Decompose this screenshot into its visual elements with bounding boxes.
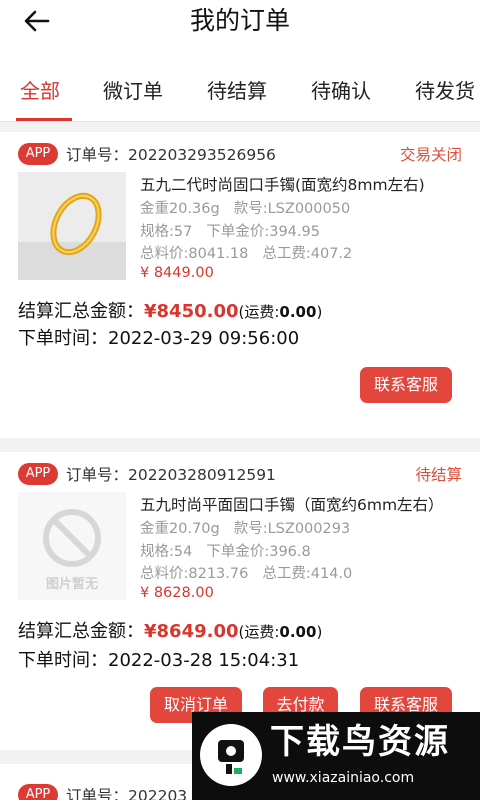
product-weight: 金重20.70g xyxy=(140,521,220,537)
product-image[interactable]: 图片暂无 xyxy=(18,492,126,600)
order-card[interactable]: APP 订单号：202203280912591 待结算 图片暂无 五九时尚平面固… xyxy=(0,452,480,750)
product-spec: 规格:57 xyxy=(140,224,193,240)
contact-service-button[interactable]: 联系客服 xyxy=(360,367,452,403)
product-unit-price: 下单金价:394.95 xyxy=(206,224,320,240)
shipping-close: ) xyxy=(316,623,323,641)
settlement-total: 结算汇总金额：¥8450.00(运费:0.00) xyxy=(18,299,322,325)
settlement-label: 结算汇总金额： xyxy=(18,301,144,322)
shipping-value: 0.00 xyxy=(279,303,317,321)
app-badge: APP xyxy=(18,784,58,800)
product-name[interactable]: 五九时尚平面固口手镯（面宽约6mm左右） xyxy=(140,494,444,516)
product-weight-sku: 金重20.70g 款号:LSZ000293 xyxy=(140,519,350,539)
order-time: 下单时间：2022-03-29 09:56:00 xyxy=(18,328,300,349)
product-costs: 总料价:8213.76 总工费:414.0 xyxy=(140,564,352,584)
shipping-close: ) xyxy=(316,303,323,321)
watermark-logo-icon xyxy=(200,724,262,786)
tab-all[interactable]: 全部 xyxy=(20,76,60,106)
settlement-label: 结算汇总金额： xyxy=(18,621,144,642)
product-price: ¥ 8449.00 xyxy=(140,265,214,281)
no-image-text: 图片暂无 xyxy=(45,577,98,592)
order-number: 订单号：202203 xyxy=(66,787,188,800)
tab-wechat-orders[interactable]: 微订单 xyxy=(103,76,163,106)
page-title: 我的订单 xyxy=(189,6,290,35)
settlement-amount: ¥8649.00 xyxy=(144,621,239,642)
watermark-title: 下载鸟资源 xyxy=(270,722,450,762)
settlement-amount: ¥8450.00 xyxy=(144,301,239,322)
product-material-price: 总料价:8041.18 xyxy=(140,246,249,262)
tab-pending-shipment[interactable]: 待发货 xyxy=(415,76,475,106)
tab-pending-confirmation[interactable]: 待确认 xyxy=(311,76,371,106)
app-badge: APP xyxy=(18,143,58,165)
order-card[interactable]: APP 订单号：202203293526956 交易关闭 五九二代时尚固口手镯(… xyxy=(0,132,480,438)
order-number: 订单号：202203293526956 xyxy=(66,146,276,164)
order-status: 交易关闭 xyxy=(399,146,462,164)
product-sku: 款号:LSZ000293 xyxy=(233,521,351,537)
order-time: 下单时间：2022-03-28 15:04:31 xyxy=(18,650,300,671)
order-number: 订单号：202203280912591 xyxy=(66,466,276,484)
product-material-price: 总料价:8213.76 xyxy=(140,566,249,582)
top-bar: 我的订单 xyxy=(0,0,480,60)
product-unit-price: 下单金价:396.8 xyxy=(206,544,311,560)
product-costs: 总料价:8041.18 总工费:407.2 xyxy=(140,244,352,264)
watermark: 下载鸟资源 www.xiazainiao.com xyxy=(192,712,480,800)
product-spec: 规格:54 xyxy=(140,544,193,560)
order-status: 待结算 xyxy=(415,466,462,484)
shipping-label: (运费: xyxy=(238,303,280,321)
settlement-total: 结算汇总金额：¥8649.00(运费:0.00) xyxy=(18,619,322,645)
active-tab-indicator xyxy=(16,118,72,121)
tab-pending-settlement[interactable]: 待结算 xyxy=(207,76,267,106)
shipping-value: 0.00 xyxy=(279,623,317,641)
app-badge: APP xyxy=(18,463,58,485)
shipping-label: (运费: xyxy=(238,623,280,641)
product-weight: 金重20.36g xyxy=(140,201,220,217)
product-sku: 款号:LSZ000050 xyxy=(233,201,351,217)
product-spec-price: 规格:54 下单金价:396.8 xyxy=(140,542,311,562)
product-labor-fee: 总工费:407.2 xyxy=(262,246,353,262)
product-name[interactable]: 五九二代时尚固口手镯(面宽约8mm左右) xyxy=(140,174,425,196)
watermark-url: www.xiazainiao.com xyxy=(272,770,415,786)
product-image[interactable] xyxy=(18,172,126,280)
order-tabs: 全部 微订单 待结算 待确认 待发货 xyxy=(0,60,480,122)
product-price: ¥ 8628.00 xyxy=(140,585,214,601)
product-weight-sku: 金重20.36g 款号:LSZ000050 xyxy=(140,199,350,219)
product-labor-fee: 总工费:414.0 xyxy=(262,566,353,582)
product-spec-price: 规格:57 下单金价:394.95 xyxy=(140,222,320,242)
